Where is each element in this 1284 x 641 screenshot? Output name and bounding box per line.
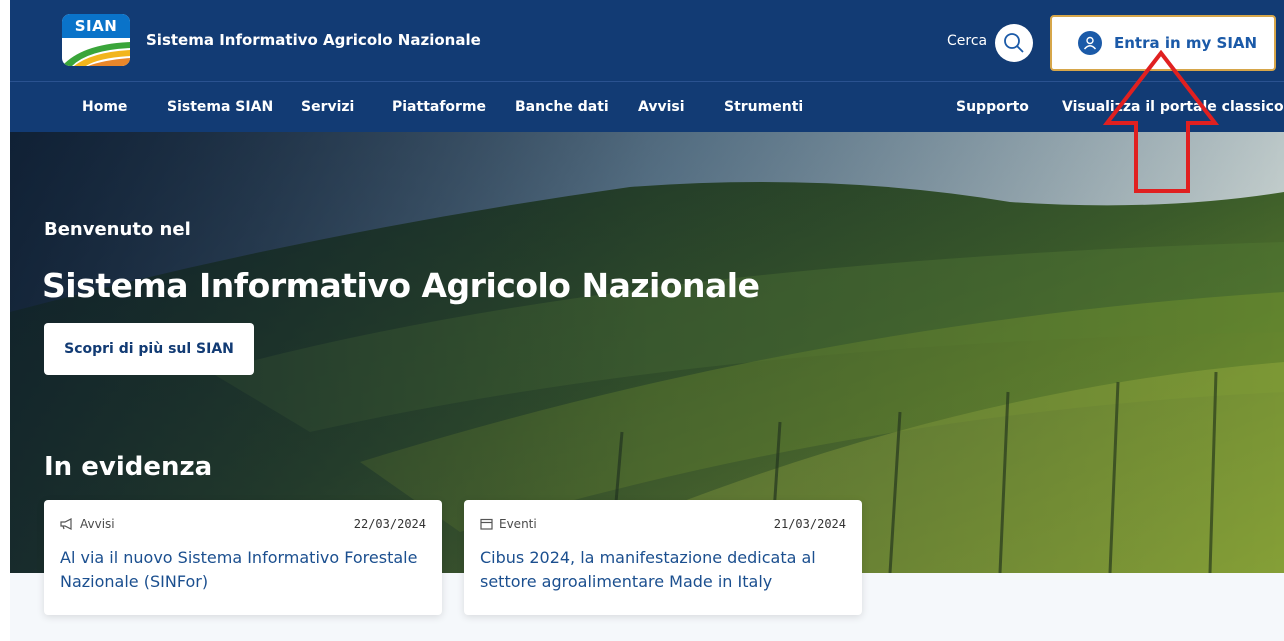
card-date: 22/03/2024	[353, 517, 426, 531]
search-label[interactable]: Cerca	[947, 33, 987, 49]
card-category: Avvisi	[60, 517, 115, 531]
card-category: Eventi	[480, 517, 537, 531]
nav-item-servizi[interactable]: Servizi	[301, 99, 354, 115]
annotation-up-arrow	[1102, 50, 1220, 193]
nav-item-supporto[interactable]: Supporto	[956, 99, 1029, 115]
search-icon	[1004, 33, 1024, 53]
card-date: 21/03/2024	[773, 517, 846, 531]
hero-welcome: Benvenuto nel	[44, 219, 191, 240]
sian-logo[interactable]: SIAN	[62, 14, 130, 66]
highlights-title: In evidenza	[44, 452, 213, 482]
nav-item-piattaforme[interactable]: Piattaforme	[392, 99, 486, 115]
site-title[interactable]: Sistema Informativo Agricolo Nazionale	[146, 31, 481, 49]
card-category-label: Avvisi	[80, 517, 115, 531]
nav-item-sistema-sian[interactable]: Sistema SIAN	[167, 99, 273, 115]
logo-fields-graphic	[62, 42, 130, 66]
nav-item-banche-dati[interactable]: Banche dati	[515, 99, 609, 115]
card-category-label: Eventi	[499, 517, 537, 531]
nav-item-avvisi[interactable]: Avvisi	[638, 99, 685, 115]
highlight-card[interactable]: Avvisi 22/03/2024 Al via il nuovo Sistem…	[44, 500, 442, 615]
main-nav: Home Sistema SIAN Servizi Piattaforme Ba…	[10, 82, 1284, 132]
logo-text: SIAN	[62, 14, 130, 38]
card-title-link[interactable]: Cibus 2024, la manifestazione dedicata a…	[480, 546, 860, 594]
user-icon	[1078, 31, 1102, 55]
megaphone-icon	[60, 518, 74, 530]
nav-item-strumenti[interactable]: Strumenti	[724, 99, 803, 115]
card-title-link[interactable]: Al via il nuovo Sistema Informativo Fore…	[60, 546, 440, 594]
search-button[interactable]	[995, 24, 1033, 62]
page: SIAN Sistema Informativo Agricolo Nazion…	[0, 0, 1284, 641]
highlight-card[interactable]: Eventi 21/03/2024 Cibus 2024, la manifes…	[464, 500, 862, 615]
discover-sian-button[interactable]: Scopri di più sul SIAN	[44, 323, 254, 375]
calendar-icon	[480, 518, 493, 530]
left-margin	[0, 0, 10, 641]
header: SIAN Sistema Informativo Agricolo Nazion…	[10, 0, 1284, 82]
nav-item-home[interactable]: Home	[82, 99, 127, 115]
hero-title: Sistema Informativo Agricolo Nazionale	[42, 266, 760, 305]
